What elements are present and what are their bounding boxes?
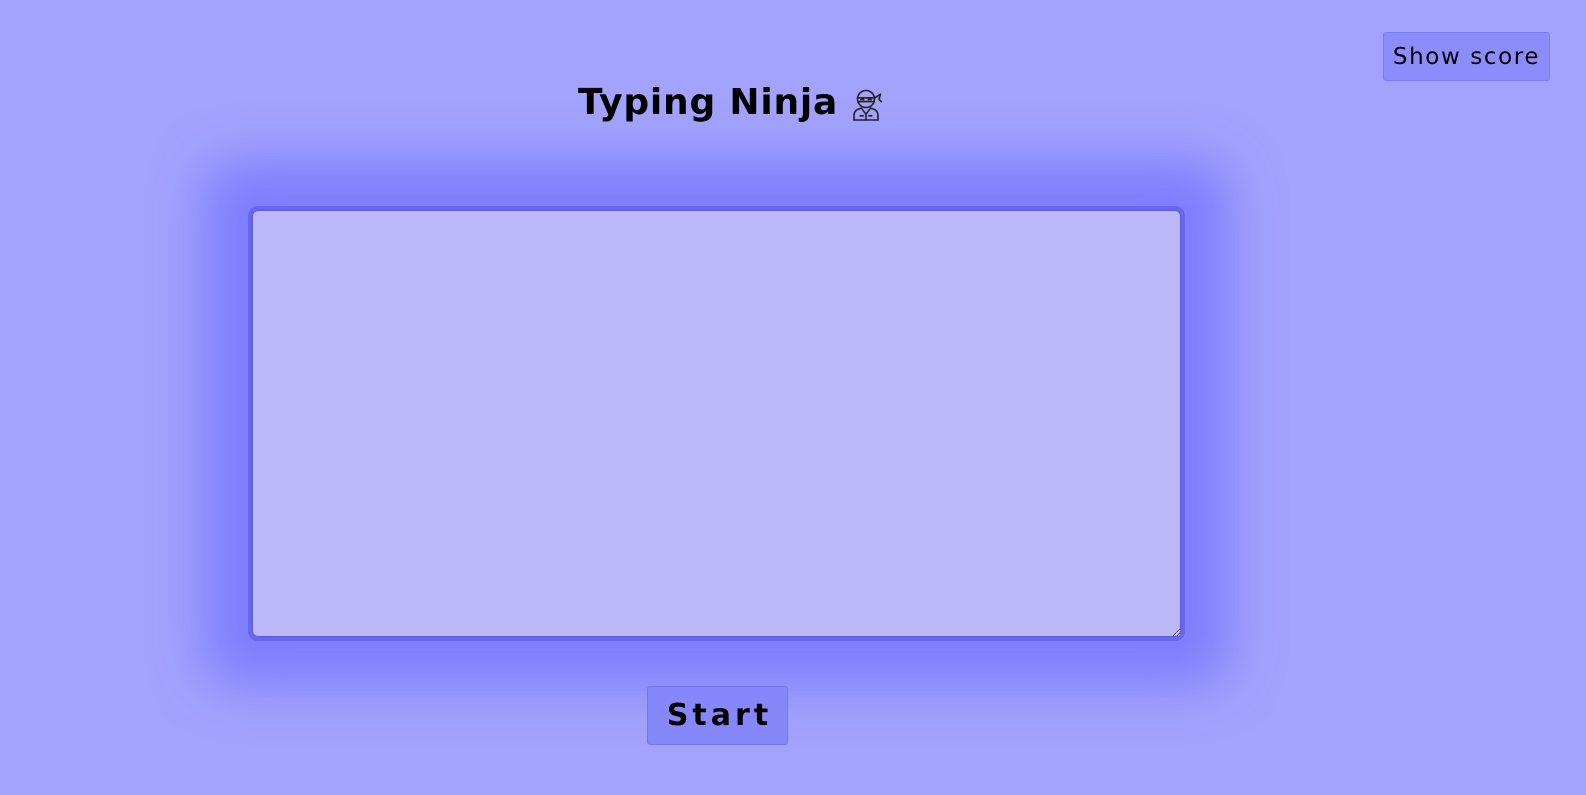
typing-input[interactable]	[248, 206, 1185, 641]
show-score-button[interactable]: Show score	[1383, 32, 1550, 81]
page-title-text: Typing Ninja	[578, 82, 839, 123]
start-button[interactable]: Start	[647, 686, 788, 745]
ninja-icon	[850, 86, 884, 121]
page-title: Typing Ninja	[578, 78, 884, 128]
